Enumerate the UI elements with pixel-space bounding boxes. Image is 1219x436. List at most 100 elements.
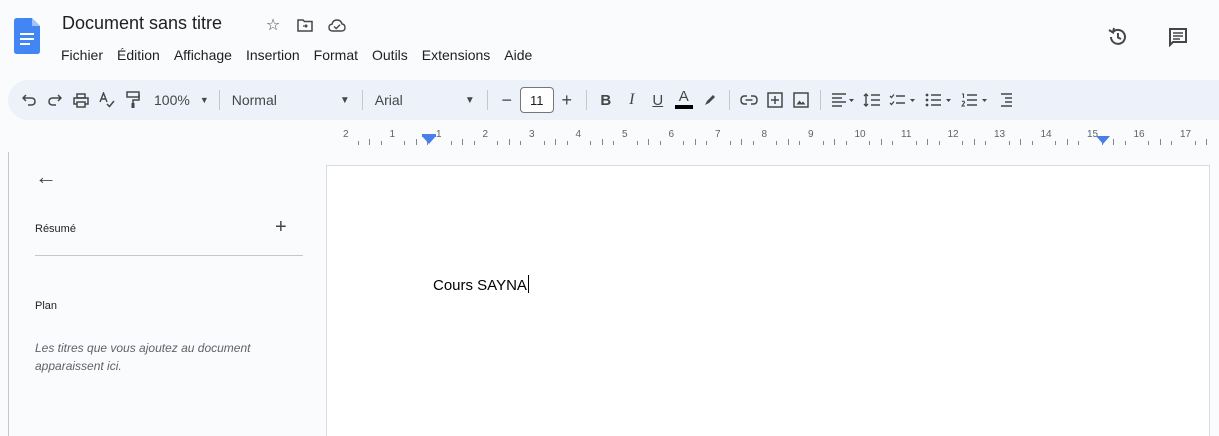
add-comment-icon[interactable] [762, 86, 788, 114]
chevron-down-icon: ▼ [199, 95, 209, 105]
ruler-tick [892, 141, 894, 145]
font-select[interactable]: Arial ▼ [369, 92, 481, 108]
ruler-tick [787, 139, 789, 145]
menu-aide[interactable]: Aide [497, 44, 539, 66]
menu-fichier[interactable]: Fichier [54, 44, 110, 66]
italic-button[interactable]: I [619, 86, 645, 114]
ruler-label: 13 [994, 129, 1006, 140]
menu-insertion[interactable]: Insertion [239, 44, 307, 66]
link-icon[interactable] [736, 86, 762, 114]
ruler-tick [915, 141, 917, 145]
ruler-tick [1055, 141, 1057, 145]
ruler-tick [776, 141, 778, 145]
menu-bar: Fichier Édition Affichage Insertion Form… [54, 44, 539, 66]
ruler-label: 16 [1133, 129, 1145, 140]
add-summary-button[interactable]: + [275, 216, 287, 239]
ruler-label: 1 [389, 129, 396, 140]
insert-image-icon[interactable] [788, 86, 814, 114]
back-arrow-icon[interactable]: ← [35, 164, 57, 190]
line-spacing-icon[interactable] [859, 86, 885, 114]
zoom-value: 100% [154, 92, 190, 108]
ruler-tick [938, 141, 940, 145]
right-indent-marker[interactable] [1096, 136, 1110, 144]
ruler-tick [601, 139, 603, 145]
ruler-label: 11 [901, 129, 912, 140]
left-indent-marker[interactable] [422, 136, 436, 144]
menu-edition[interactable]: Édition [110, 44, 167, 66]
document-page[interactable]: Cours SAYNA [326, 165, 1210, 436]
document-title[interactable]: Document sans titre [62, 13, 222, 34]
summary-label: Résumé [35, 223, 76, 235]
ruler-tick [357, 141, 359, 145]
ruler-tick [729, 141, 731, 145]
bold-button[interactable]: B [593, 86, 619, 114]
outline-label: Plan [35, 300, 58, 312]
ruler-tick [497, 141, 499, 145]
ruler-tick [473, 141, 475, 145]
text-color-button[interactable]: A [671, 86, 697, 114]
ruler-tick [962, 141, 964, 145]
print-icon[interactable] [68, 86, 94, 114]
decrease-font-size-button[interactable]: − [494, 86, 520, 114]
ruler-tick [985, 141, 987, 145]
decrease-indent-icon[interactable] [993, 86, 1019, 114]
comments-icon[interactable] [1165, 24, 1191, 50]
document-outline-panel: ← Résumé + Plan Les titres que vous ajou… [8, 152, 318, 436]
align-icon[interactable] [827, 86, 859, 114]
ruler-tick [613, 141, 615, 145]
star-icon[interactable]: ☆ [262, 14, 284, 36]
bulleted-list-icon[interactable] [921, 86, 957, 114]
docs-logo-icon[interactable] [14, 18, 40, 54]
first-line-indent-marker[interactable] [422, 134, 436, 137]
title-bar: Document sans titre ☆ Fichier Édition Af… [0, 0, 1219, 72]
highlight-icon[interactable] [697, 86, 723, 114]
ruler-label: 8 [761, 129, 768, 140]
ruler-label: 7 [715, 129, 721, 140]
cloud-saved-icon[interactable] [326, 14, 348, 36]
toolbar-divider [585, 90, 587, 110]
chevron-down-icon: ▼ [339, 94, 350, 106]
menu-outils[interactable]: Outils [365, 44, 415, 66]
style-select[interactable]: Normal ▼ [226, 92, 356, 108]
paint-format-icon[interactable] [120, 86, 146, 114]
ruler-tick [1194, 141, 1196, 145]
text-cursor [527, 275, 529, 293]
ruler-tick [566, 141, 568, 145]
ruler-label: 12 [947, 129, 959, 140]
undo-icon[interactable] [16, 86, 42, 114]
redo-icon[interactable] [42, 86, 68, 114]
horizontal-ruler[interactable]: 21123456789101112131415161718 [326, 128, 1219, 152]
ruler-tick [1031, 141, 1033, 145]
checklist-icon[interactable] [885, 86, 921, 114]
ruler-tick [683, 141, 685, 145]
menu-extensions[interactable]: Extensions [415, 44, 497, 66]
ruler-label: 10 [854, 129, 866, 140]
menu-format[interactable]: Format [307, 44, 365, 66]
ruler-tick [648, 139, 650, 145]
toolbar-divider [486, 90, 488, 110]
toolbar-divider [819, 90, 821, 110]
document-body-text[interactable]: Cours SAYNA [433, 275, 529, 294]
ruler-tick [834, 139, 836, 145]
ruler-tick [1148, 141, 1150, 145]
ruler-tick [752, 141, 754, 145]
ruler-label: 14 [1040, 129, 1052, 140]
ruler-tick [706, 141, 708, 145]
font-size-input[interactable]: 11 [519, 87, 554, 113]
ruler-label: 5 [622, 129, 628, 140]
move-to-folder-icon[interactable] [294, 14, 316, 36]
menu-affichage[interactable]: Affichage [167, 44, 239, 66]
zoom-select[interactable]: 100% ▼ [146, 86, 213, 114]
ruler-tick [973, 139, 975, 145]
ruler-tick [869, 141, 871, 145]
numbered-list-icon[interactable] [957, 86, 993, 114]
underline-button[interactable]: U [645, 86, 671, 114]
ruler-label: 3 [529, 129, 535, 140]
outline-hint: Les titres que vous ajoutez au document … [35, 341, 251, 373]
ruler-tick [741, 139, 743, 145]
spellcheck-icon[interactable] [94, 86, 120, 114]
ruler-tick [415, 139, 417, 145]
toolbar: 100% ▼ Normal ▼ Arial ▼ − 11 + B I U A [8, 80, 1219, 120]
increase-font-size-button[interactable]: + [554, 86, 580, 114]
version-history-icon[interactable] [1105, 24, 1131, 50]
